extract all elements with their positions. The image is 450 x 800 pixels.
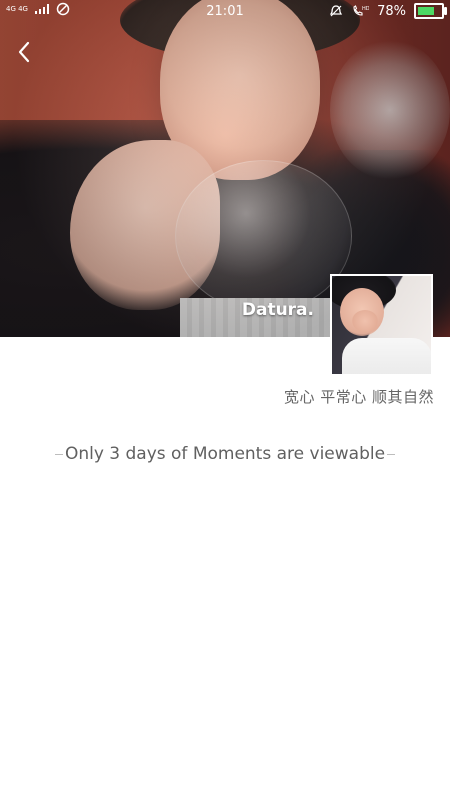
alarm-icon xyxy=(330,5,343,17)
notice-divider-right xyxy=(387,453,396,455)
hd-call-icon: HD xyxy=(353,5,369,16)
moments-notice-text: Only 3 days of Moments are viewable xyxy=(64,444,386,464)
battery-percent: 78% xyxy=(377,3,406,19)
notice-divider-left xyxy=(54,453,63,455)
battery-fill xyxy=(418,7,434,15)
back-button[interactable] xyxy=(8,34,40,70)
chevron-left-icon xyxy=(18,41,30,63)
status-right: HD 78% xyxy=(329,3,447,19)
moments-notice: Only 3 days of Moments are viewable xyxy=(0,444,450,464)
profile-name: Datura. xyxy=(241,300,314,320)
profile-signature: 宽心 平常心 顺其自然 xyxy=(283,388,434,406)
avatar-shirt xyxy=(342,338,431,374)
avatar[interactable] xyxy=(330,274,433,376)
svg-text:HD: HD xyxy=(362,6,369,12)
battery-icon xyxy=(414,3,447,19)
status-bar: 4G 4G 21:01 HD 78% xyxy=(0,0,450,24)
avatar-hand xyxy=(352,310,378,332)
